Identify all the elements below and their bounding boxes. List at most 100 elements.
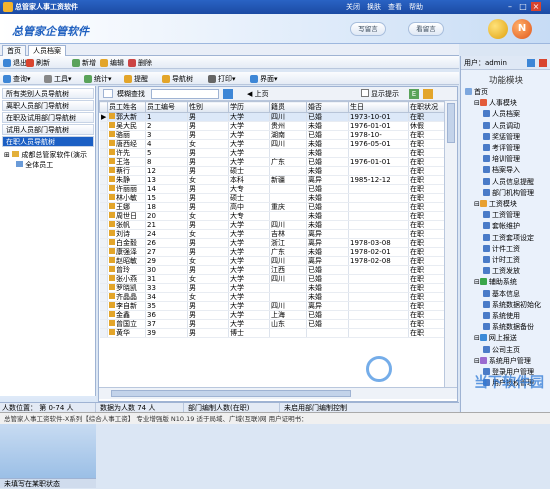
exit-button[interactable]: 退出 [3,58,27,68]
add-button[interactable]: 新增 [72,58,96,68]
row-indicator[interactable] [99,319,108,329]
table-row[interactable]: 曾玲 30 男大学 江西 已婚 在职 [99,265,445,275]
nav-resigned[interactable]: 离职人员部门导航树 [2,100,94,111]
search-icon[interactable] [223,89,233,99]
function-tree-item[interactable]: 系统数据初始化 [483,300,541,310]
nav-active[interactable]: 在职人员导航树 [2,136,94,147]
stats-button[interactable]: 统计▾ [84,74,112,84]
maximize-icon[interactable]: □ [518,2,528,11]
row-indicator[interactable] [99,157,108,167]
tree-all-staff[interactable]: 全体员工 [16,160,53,170]
minimize-icon[interactable]: – [505,2,515,11]
table-row[interactable]: 吴大民 2 男大学 贵州 未婚 1976-01-01 休假 [99,121,445,131]
row-indicator[interactable] [99,292,108,302]
row-indicator[interactable] [99,310,108,320]
tab-home[interactable]: 首页 [2,45,26,56]
settings-icon[interactable] [423,89,433,99]
function-tree-item[interactable]: 档案导入 [483,166,520,175]
function-tree-item[interactable]: ⊟ 工资模块 [474,200,517,209]
show-tip-checkbox[interactable] [361,89,369,97]
table-row[interactable]: 李自新 35 男大学 四川 离异 在职 [99,301,445,311]
row-indicator[interactable] [99,247,108,257]
table-row[interactable]: 康强泽 27 男大学 广东 未婚 1978-02-01 在职 [99,247,445,257]
function-tree-item[interactable]: 工资发放 [483,267,520,276]
print-button[interactable]: 打印▾ [208,74,236,84]
col-id-header[interactable]: 员工编号 [145,101,188,113]
row-indicator[interactable] [99,193,108,203]
table-row[interactable]: 王娜 18 男高中 重庆 已婚 在职 [99,202,445,212]
lightbulb-icon[interactable] [488,19,508,39]
table-row[interactable]: 朱静 13 女本科 新疆 离异 1985-12-12 在职 [99,175,445,185]
function-tree-item[interactable]: ⊟ 辅助系统 [474,278,517,287]
function-tree-item[interactable]: 基本信息 [483,289,520,299]
function-tree-item[interactable]: 系统数据备份 [483,323,534,332]
function-tree-item[interactable]: 计件工资 [483,244,520,254]
function-tree-item[interactable]: 部门机构管理 [483,188,534,198]
row-indicator[interactable] [99,301,108,311]
search-input[interactable] [151,89,219,99]
row-indicator[interactable] [99,166,108,176]
user-icon[interactable] [527,59,535,67]
tools-button[interactable]: 工具▾ [44,74,72,84]
row-indicator[interactable] [99,238,108,248]
nav-active-trial[interactable]: 在职及试用部门导航树 [2,112,94,123]
layout-button[interactable]: 界面▾ [250,74,278,84]
row-indicator[interactable] [99,130,108,140]
function-tree-item[interactable]: 工资管理 [483,211,520,220]
function-tree-item[interactable]: 考评管理 [483,144,520,153]
row-indicator[interactable]: ▶ [99,112,108,122]
table-row[interactable]: 刘诗 24 女大学 吉林 离异 在职 [99,229,445,239]
table-row[interactable]: 蔡行 12 男硕士 未婚 在职 [99,166,445,176]
col-married-header[interactable]: 婚否 [306,101,349,113]
table-row[interactable]: 唐西经 4 女大学 四川 未婚 1976-05-01 在职 [99,139,445,149]
table-row[interactable]: 林小敏 15 男硕士 未婚 在职 [99,193,445,203]
function-tree-item[interactable]: ⊟ 系统用户管理 [474,356,531,366]
scroll-thumb[interactable] [447,103,455,143]
menu-help[interactable]: 帮助 [409,2,423,12]
tab-personnel-file[interactable]: 人员档案 [28,45,66,56]
function-tree-item[interactable]: 人员信息提醒 [483,177,534,187]
col-origin-header[interactable]: 籍贯 [269,101,307,113]
function-tree-item[interactable]: 首页 [465,88,488,97]
table-row[interactable]: 曾国立 37 男大学 山东 已婚 在职 [99,319,445,329]
table-row[interactable]: ▶ 郭大新 1 男大学 四川 已婚 1973-10-01 在职 [99,112,445,122]
function-tree-item[interactable]: 系统使用 [483,312,520,321]
function-tree-item[interactable]: 人员调动 [483,121,520,131]
table-row[interactable]: 许丽丽 14 男大专 已婚 在职 [99,184,445,194]
table-row[interactable]: 罗晓凯 33 男大学 未婚 在职 [99,283,445,293]
row-indicator[interactable] [99,283,108,293]
table-row[interactable]: 金鑫 36 男大学 上海 已婚 在职 [99,310,445,320]
function-tree-item[interactable]: 套帐维护 [483,222,520,231]
hscroll-thumb[interactable] [111,390,351,397]
row-indicator[interactable] [99,274,108,284]
row-indicator[interactable] [99,148,108,158]
function-tree-item[interactable]: 人员档案 [483,110,520,119]
function-tree-item[interactable]: 公司主页 [483,345,520,355]
reminder-button[interactable]: 提醒 [124,74,148,84]
col-status-header[interactable]: 在职状况 [408,101,445,113]
table-row[interactable]: 齐晶晶 34 女大学 未婚 在职 [99,292,445,302]
row-indicator[interactable] [99,220,108,230]
tree-company[interactable]: ⊞ 成都总管家软件(演示 [4,150,87,160]
write-message-button[interactable]: 写留言 [350,22,386,36]
close-icon[interactable]: × [531,2,541,11]
edit-button[interactable]: 编辑 [100,58,124,68]
checkbox-search[interactable] [103,89,113,98]
table-row[interactable]: 周世日 20 女大专 未婚 在职 [99,211,445,221]
table-row[interactable]: 王洛 8 男大学 广东 已婚 1976-01-01 在职 [99,157,445,167]
row-indicator[interactable] [99,229,108,239]
vertical-scrollbar[interactable] [444,101,457,387]
view-message-button[interactable]: 看留言 [408,22,444,36]
row-indicator[interactable] [99,121,108,131]
col-birthday-header[interactable]: 生日 [348,101,409,113]
row-indicator[interactable] [99,184,108,194]
function-tree-item[interactable]: 培训管理 [483,155,520,164]
refresh-button[interactable]: 刷新 [26,58,50,68]
row-indicator[interactable] [99,328,108,338]
menu-view[interactable]: 查看 [388,2,402,12]
table-row[interactable]: 张小燕 31 女大学 四川 已婚 在职 [99,274,445,284]
nav-tree-button[interactable]: 导航树 [162,74,193,84]
logout-icon[interactable] [539,59,547,67]
col-education-header[interactable]: 学历 [228,101,270,113]
row-indicator[interactable] [99,211,108,221]
